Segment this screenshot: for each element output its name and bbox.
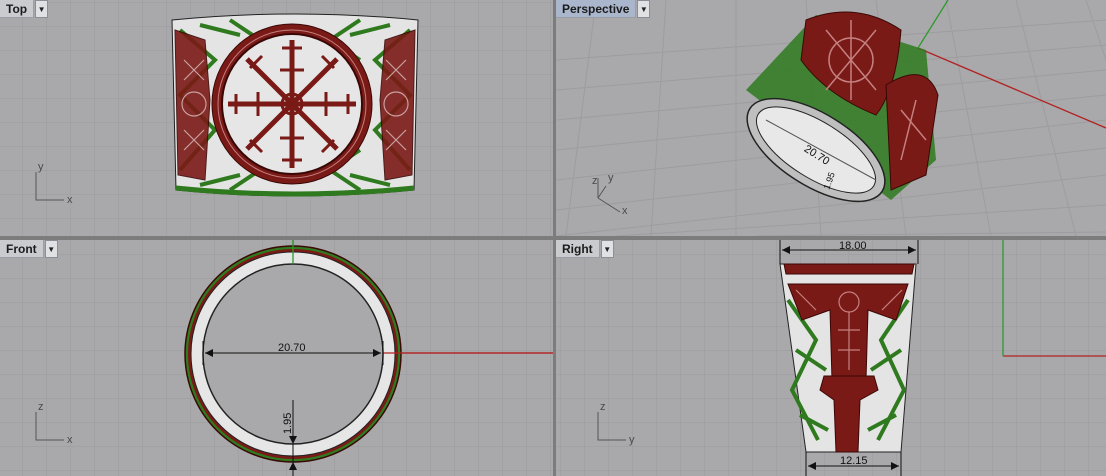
svg-text:y: y (629, 434, 635, 446)
svg-text:x: x (67, 194, 73, 206)
tab-front[interactable]: Front ▼ (0, 240, 58, 258)
axis-icon: z y x (592, 172, 628, 217)
svg-text:x: x (622, 205, 628, 217)
viewport-label-perspective[interactable]: Perspective (556, 0, 637, 18)
x-axis-line (917, 47, 1106, 129)
svg-text:18.00: 18.00 (839, 240, 867, 252)
y-axis-line (917, 0, 949, 49)
right-grid: 18.00 12.15 z y (556, 240, 1106, 476)
svg-text:z: z (592, 175, 598, 187)
svg-text:y: y (608, 172, 614, 184)
triangle-down-icon[interactable]: ▼ (35, 0, 49, 18)
svg-text:x: x (67, 434, 73, 446)
aegishjalmur-symbol (228, 40, 356, 168)
viewport-front[interactable]: 20.70 1.95 z x Front ▼ (0, 240, 553, 476)
viewport-right[interactable]: 18.00 12.15 z y Right ▼ (556, 240, 1106, 476)
triangle-down-icon[interactable]: ▼ (44, 240, 58, 258)
viewport-top[interactable]: y x Top ▼ (0, 0, 553, 236)
triangle-down-icon[interactable]: ▼ (600, 240, 614, 258)
viewport-perspective[interactable]: 20.70 1.95 z y x Perspective ▼ (556, 0, 1106, 236)
svg-text:1.95: 1.95 (282, 413, 294, 434)
perspective-grid: 20.70 1.95 z y x (556, 0, 1106, 236)
front-grid: 20.70 1.95 z x (0, 240, 553, 476)
svg-text:z: z (600, 401, 606, 413)
svg-text:z: z (38, 401, 44, 413)
svg-text:12.15: 12.15 (840, 455, 868, 467)
tab-top[interactable]: Top ▼ (0, 0, 49, 18)
viewport-label-front[interactable]: Front (0, 240, 44, 258)
tab-perspective[interactable]: Perspective ▼ (556, 0, 651, 18)
svg-text:20.70: 20.70 (278, 342, 306, 354)
viewport-label-top[interactable]: Top (0, 0, 35, 18)
top-grid: y x (0, 0, 553, 236)
svg-text:y: y (38, 161, 44, 173)
triangle-down-icon[interactable]: ▼ (637, 0, 651, 18)
tab-right[interactable]: Right ▼ (556, 240, 614, 258)
viewport-label-right[interactable]: Right (556, 240, 600, 258)
